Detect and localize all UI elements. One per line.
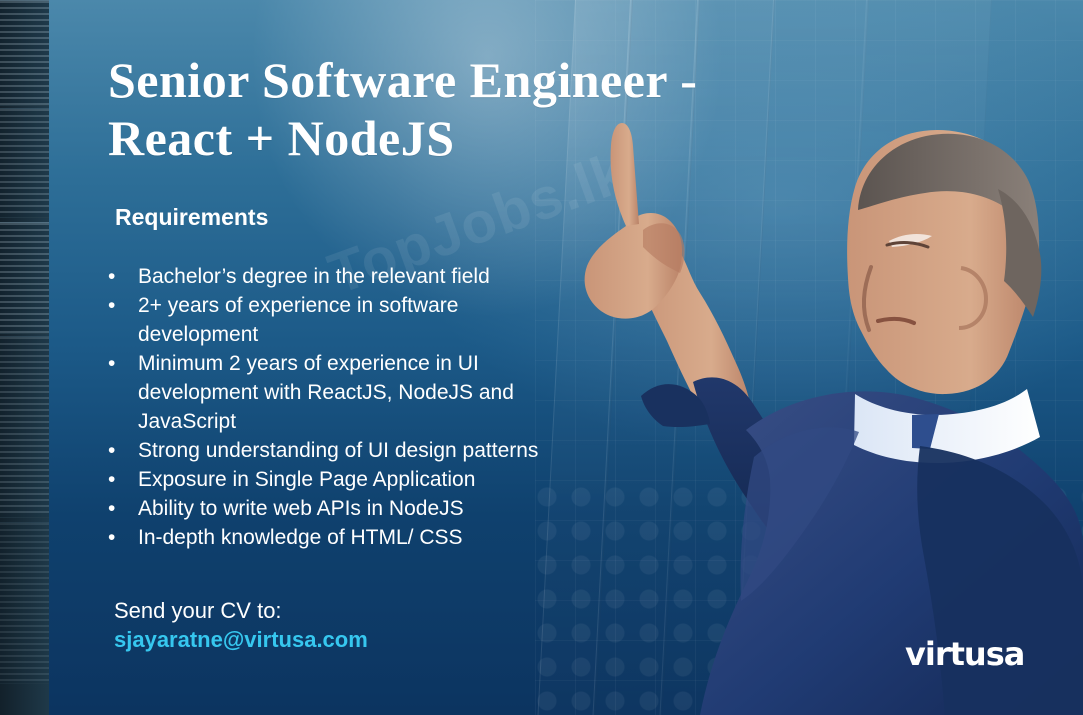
job-title: Senior Software Engineer - React + NodeJ…: [108, 51, 868, 167]
requirement-text: 2+ years of experience in software devel…: [138, 294, 459, 346]
requirement-item: Minimum 2 years of experience in UI deve…: [108, 349, 628, 436]
requirement-item: In-depth knowledge of HTML/ CSS: [108, 523, 628, 552]
contact-block: Send your CV to: sjayaratne@virtusa.com: [114, 596, 474, 654]
requirements-list: Bachelor’s degree in the relevant field …: [108, 262, 628, 552]
requirement-item: Bachelor’s degree in the relevant field: [108, 262, 628, 291]
requirement-text: Ability to write web APIs in NodeJS: [138, 497, 464, 520]
job-title-line-2: React + NodeJS: [108, 110, 455, 166]
contact-email-link[interactable]: sjayaratne@virtusa.com: [114, 625, 474, 654]
requirement-text: Strong understanding of UI design patter…: [138, 439, 539, 462]
requirement-item: Exposure in Single Page Application: [108, 465, 628, 494]
requirement-text: Minimum 2 years of experience in UI deve…: [138, 352, 514, 433]
virtusa-logo-icon: virtusa: [905, 635, 1025, 673]
contact-label: Send your CV to:: [114, 598, 282, 623]
job-title-line-1: Senior Software Engineer -: [108, 52, 698, 108]
requirement-item: Strong understanding of UI design patter…: [108, 436, 628, 465]
requirement-text: Bachelor’s degree in the relevant field: [138, 265, 490, 288]
logo-text: virtusa: [905, 635, 1025, 673]
requirement-item: 2+ years of experience in software devel…: [108, 291, 628, 349]
job-advertisement: TopJobs.lk Senior Software Engineer - Re…: [0, 0, 1083, 715]
requirement-text: Exposure in Single Page Application: [138, 468, 476, 491]
text-content: Senior Software Engineer - React + NodeJ…: [0, 0, 1083, 715]
requirement-item: Ability to write web APIs in NodeJS: [108, 494, 628, 523]
requirement-text: In-depth knowledge of HTML/ CSS: [138, 526, 463, 549]
requirements-title: Requirements: [115, 204, 269, 230]
